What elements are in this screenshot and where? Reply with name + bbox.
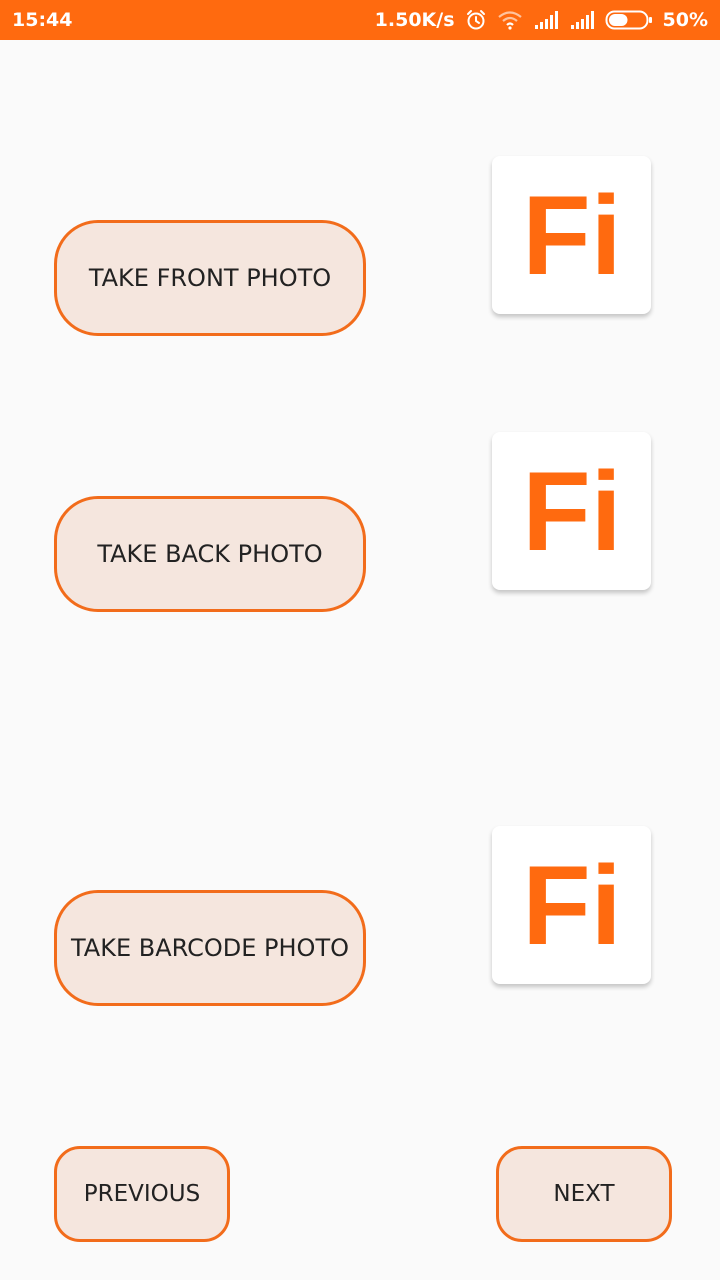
signal-icon xyxy=(533,10,559,30)
back-photo-preview: Fi xyxy=(492,432,651,590)
take-front-photo-label: TAKE FRONT PHOTO xyxy=(88,264,332,292)
next-label: NEXT xyxy=(553,1181,615,1207)
wifi-icon xyxy=(497,10,523,30)
take-back-photo-label: TAKE BACK PHOTO xyxy=(97,540,323,568)
status-indicators: 1.50K/s 50% xyxy=(375,9,708,31)
battery-icon xyxy=(605,9,653,31)
alarm-icon xyxy=(465,9,487,31)
signal-icon xyxy=(569,10,595,30)
network-speed: 1.50K/s xyxy=(374,9,455,31)
svg-text:Fi: Fi xyxy=(522,850,622,960)
next-button[interactable]: NEXT xyxy=(496,1146,672,1242)
fi-logo-icon: Fi xyxy=(522,850,622,960)
fi-logo-icon: Fi xyxy=(522,456,622,566)
take-back-photo-button[interactable]: TAKE BACK PHOTO xyxy=(54,496,366,612)
screen: 15:44 1.50K/s 50% TAKE FRONT PHOTO Fi TA… xyxy=(0,0,720,1280)
svg-text:Fi: Fi xyxy=(522,456,622,566)
svg-text:Fi: Fi xyxy=(522,180,622,290)
status-bar: 15:44 1.50K/s 50% xyxy=(0,0,720,40)
take-barcode-photo-label: TAKE BARCODE PHOTO xyxy=(71,934,349,962)
status-time: 15:44 xyxy=(12,9,73,31)
front-photo-preview: Fi xyxy=(492,156,651,314)
fi-logo-icon: Fi xyxy=(522,180,622,290)
previous-button[interactable]: PREVIOUS xyxy=(54,1146,230,1242)
take-barcode-photo-button[interactable]: TAKE BARCODE PHOTO xyxy=(54,890,366,1006)
barcode-photo-preview: Fi xyxy=(492,826,651,984)
take-front-photo-button[interactable]: TAKE FRONT PHOTO xyxy=(54,220,366,336)
previous-label: PREVIOUS xyxy=(83,1181,201,1207)
battery-percent: 50% xyxy=(662,9,708,31)
